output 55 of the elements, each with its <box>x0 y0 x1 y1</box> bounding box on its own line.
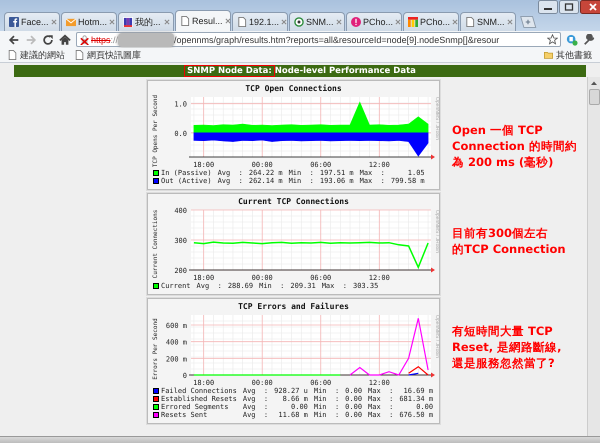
browser-tab[interactable]: Hotm... <box>61 12 117 31</box>
wrench-icon[interactable] <box>583 34 595 46</box>
redaction-block <box>118 32 174 46</box>
bars-icon <box>408 17 418 27</box>
browser-tab[interactable]: Face... <box>4 12 60 31</box>
minimize-icon[interactable] <box>538 0 558 14</box>
ring-icon <box>294 17 304 27</box>
annotation-line: Reset, 是網路斷線, <box>452 339 562 355</box>
url-scheme: https <box>91 34 111 44</box>
new-tab-icon[interactable] <box>518 16 538 28</box>
extension-icon[interactable] <box>566 34 578 46</box>
folder-icon <box>544 50 553 60</box>
scrollbar[interactable] <box>587 77 600 436</box>
chart-title: Current TCP Connections <box>237 196 350 206</box>
page-icon <box>237 17 247 27</box>
annotation-line: Connection 的時間約 <box>452 138 577 154</box>
browser-tab[interactable]: PCho... <box>346 12 402 31</box>
browser-tab[interactable]: SNM... <box>289 12 345 31</box>
browser-tab[interactable]: Resul... <box>175 10 231 31</box>
star-icon[interactable] <box>547 34 558 45</box>
striped-square-icon <box>123 17 133 27</box>
envelope-icon <box>66 17 76 27</box>
chart-title: TCP Open Connections <box>244 83 343 93</box>
header-subtitle: Node-level Performance Data <box>274 66 416 76</box>
annotation-line: 的TCP Connection <box>452 241 566 257</box>
bookmark-folder[interactable]: 其他書籤 <box>544 48 592 62</box>
url-separator: :// <box>110 34 118 44</box>
page-icon <box>465 17 475 27</box>
header-title: SNMP Node Data: <box>184 65 275 77</box>
annotation-line: 目前有300個左右 <box>452 225 548 241</box>
scroll-up-icon[interactable] <box>590 80 598 86</box>
square-f-icon <box>9 17 19 27</box>
browser-tab[interactable]: 192.1... <box>232 12 288 31</box>
annotation-line: 有短時間大量 TCP <box>452 323 553 339</box>
annotation-line: Open 一個 TCP <box>452 122 543 138</box>
exclamation-circle-icon <box>351 17 361 27</box>
browser-tab[interactable]: PCho... <box>403 12 459 31</box>
home-icon[interactable] <box>59 34 71 46</box>
annotation-line: 還是服務忽然當了? <box>452 355 555 371</box>
annotation-line: 為 200 ms (毫秒) <box>452 154 554 170</box>
chart-title: TCP Errors and Failures <box>237 301 350 311</box>
close-icon[interactable] <box>580 0 600 14</box>
back-arrow-icon[interactable] <box>8 34 20 46</box>
address-field[interactable]: https:// /opennms/graph/results.htm?reports=all&resourceId=node[9].nodeSnmp[]&resour <box>76 32 561 47</box>
page-icon <box>180 16 190 26</box>
browser-tab[interactable]: 我的... <box>118 12 174 31</box>
browser-tab[interactable]: SNM... <box>460 12 516 31</box>
scroll-thumb[interactable] <box>588 89 600 105</box>
maximize-icon[interactable] <box>559 0 579 14</box>
url-text: /opennms/graph/results.htm?reports=all&resourceId=node[9].nodeSnmp[]&resour <box>174 34 500 44</box>
bookmark-link[interactable]: 建議的網站 <box>8 48 65 62</box>
resize-bar[interactable] <box>0 436 600 443</box>
forward-arrow-icon[interactable] <box>25 34 37 46</box>
bookmark-link[interactable]: 網頁快訊圖庫 <box>75 48 141 62</box>
reload-icon[interactable] <box>42 34 54 46</box>
